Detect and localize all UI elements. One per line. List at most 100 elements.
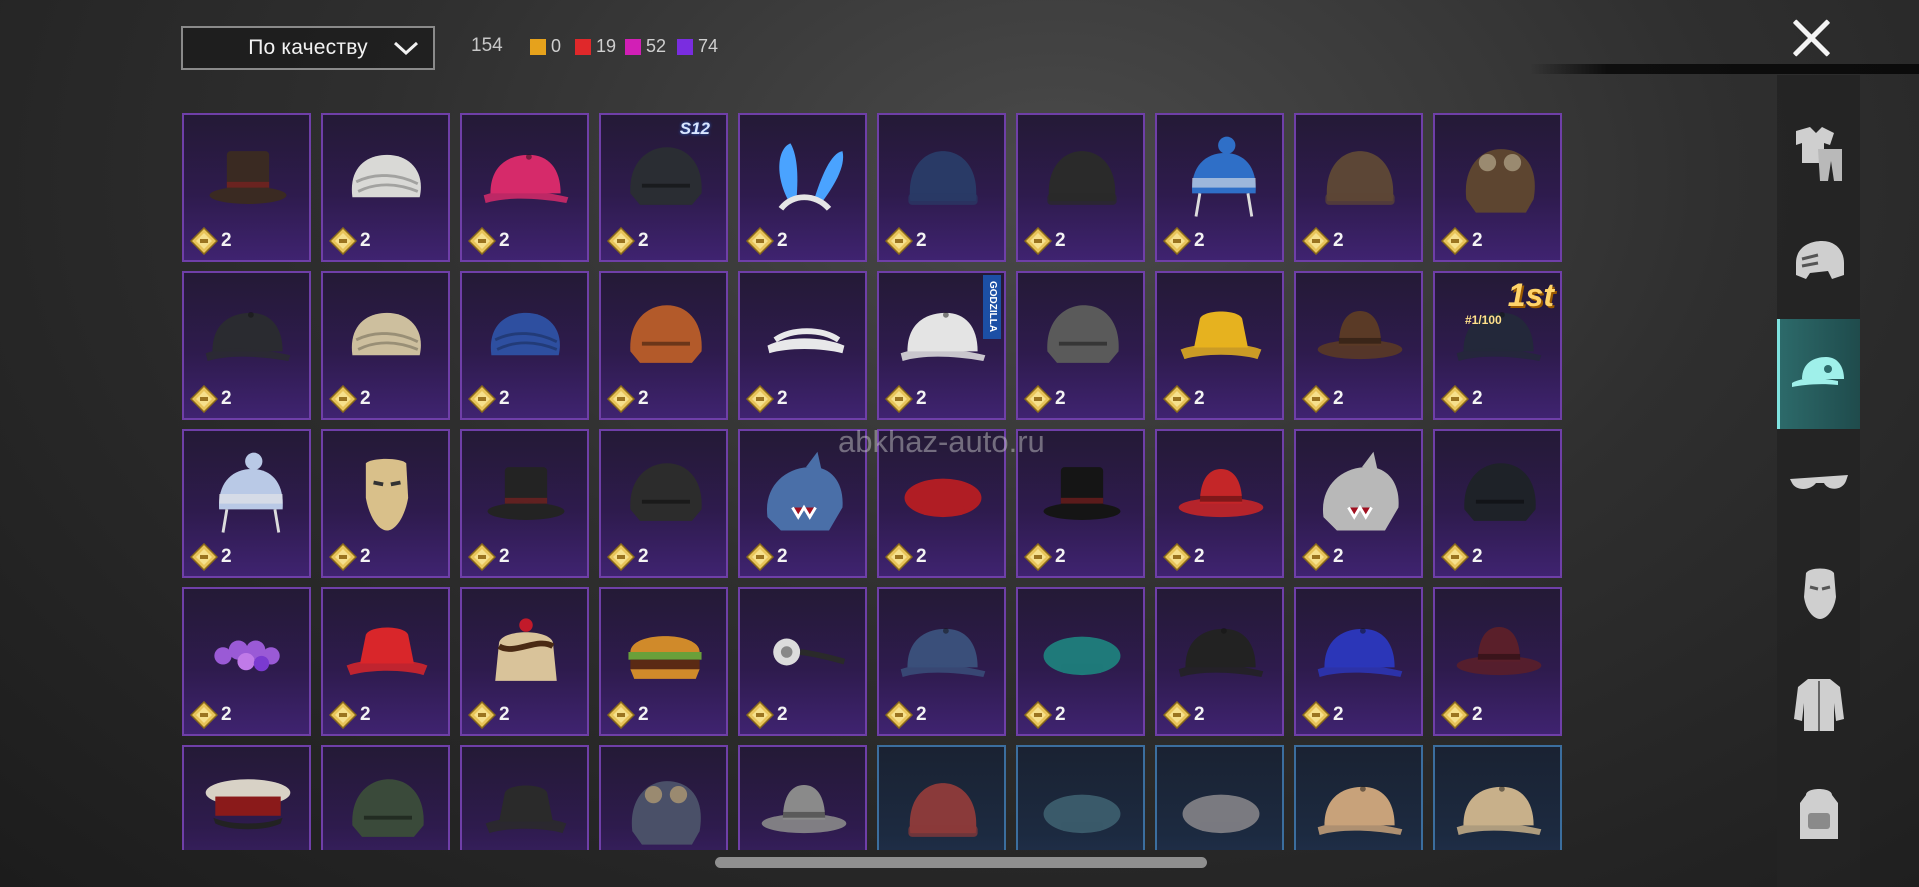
item-quantity-badge: 2 bbox=[885, 227, 927, 255]
rarity-count-orange: 0 bbox=[530, 36, 561, 57]
inventory-item-cap-tan-red[interactable]: 2 bbox=[1294, 745, 1423, 850]
inventory-item-cap-black-flap[interactable]: 2 bbox=[1016, 113, 1145, 262]
sort-dropdown[interactable]: По качеству bbox=[181, 26, 435, 70]
inventory-item-beanie-brown[interactable]: 2 bbox=[1294, 113, 1423, 262]
coupon-icon bbox=[746, 543, 774, 571]
item-quantity-badge: 2 bbox=[329, 543, 371, 571]
inventory-item-cowboy-brown[interactable]: 2 bbox=[1294, 271, 1423, 420]
rarity-count-label: 74 bbox=[698, 36, 719, 56]
item-quantity: 2 bbox=[1333, 388, 1344, 409]
inventory-item-top-hat-leather[interactable]: 2 bbox=[182, 113, 311, 262]
inventory-item-pilot-cap[interactable]: 2 bbox=[599, 745, 728, 850]
tab-backpack[interactable] bbox=[1777, 759, 1860, 869]
inventory-item-fedora-red[interactable]: 2 bbox=[1155, 429, 1284, 578]
tab-mask[interactable] bbox=[1777, 539, 1860, 649]
inventory-item-headset-helmet[interactable]: 2 bbox=[1433, 429, 1562, 578]
rank-number: #1/100 bbox=[1465, 313, 1502, 327]
item-quantity: 2 bbox=[1472, 388, 1483, 409]
inventory-item-bunny-ears[interactable]: 2 bbox=[738, 113, 867, 262]
glasses-icon bbox=[1789, 475, 1848, 489]
coupon-icon bbox=[190, 543, 218, 571]
tab-hat[interactable] bbox=[1777, 319, 1860, 429]
inventory-item-helmet-net[interactable]: 2 bbox=[321, 745, 450, 850]
tab-helmet[interactable] bbox=[1777, 209, 1860, 319]
item-quantity: 2 bbox=[221, 546, 232, 567]
inventory-item-turban-white[interactable]: 2 bbox=[321, 113, 450, 262]
inventory-item-cake-hat[interactable]: 2 bbox=[460, 587, 589, 736]
tab-jacket[interactable] bbox=[1777, 649, 1860, 759]
coupon-icon bbox=[1024, 543, 1052, 571]
coupon-icon bbox=[468, 543, 496, 571]
inventory-item-wrestler-mask[interactable]: 2 bbox=[599, 429, 728, 578]
inventory-item-bucket-red[interactable]: 2 bbox=[321, 587, 450, 736]
item-quantity: 2 bbox=[1055, 704, 1066, 725]
inventory-item-winter-hat-white[interactable]: 2 bbox=[182, 429, 311, 578]
inventory-item-officer-cap[interactable]: 2 bbox=[182, 745, 311, 850]
inventory-item-cap-soviet-blue[interactable]: 2 bbox=[877, 587, 1006, 736]
item-quantity: 2 bbox=[1055, 388, 1066, 409]
coupon-icon bbox=[746, 385, 774, 413]
inventory-item-fedora-grey-feather[interactable]: 2 bbox=[738, 745, 867, 850]
item-quantity: 2 bbox=[916, 388, 927, 409]
inventory-item-pith-helmet-grey[interactable]: 2 bbox=[1016, 271, 1145, 420]
inventory-item-cap-white-godzilla[interactable]: GODZILLA 2 bbox=[877, 271, 1006, 420]
top-toolbar: По качеству 154 0 19 52 74 bbox=[0, 0, 1919, 95]
item-quantity: 2 bbox=[777, 704, 788, 725]
inventory-item-head-mirror[interactable]: 2 bbox=[738, 587, 867, 736]
close-button[interactable] bbox=[1787, 14, 1835, 62]
inventory-item-flat-cap-grey[interactable]: 2 bbox=[1155, 745, 1284, 850]
item-quantity-badge: 2 bbox=[1024, 701, 1066, 729]
item-quantity: 2 bbox=[499, 230, 510, 251]
item-quantity: 2 bbox=[638, 546, 649, 567]
item-quantity: 2 bbox=[1472, 704, 1483, 725]
item-quantity-badge: 2 bbox=[607, 543, 649, 571]
inventory-item-burger-hat[interactable]: 2 bbox=[599, 587, 728, 736]
inventory-item-fedora-burgundy[interactable]: 2 bbox=[1433, 587, 1562, 736]
inventory-item-visor-white[interactable]: 2 bbox=[738, 271, 867, 420]
horizontal-scrollbar[interactable] bbox=[715, 857, 1207, 868]
inventory-item-beret-teal[interactable]: 2 bbox=[1016, 587, 1145, 736]
inventory-item-cap-1st[interactable]: 1st #1/100 2 bbox=[1433, 271, 1562, 420]
inventory-item-shark-hood-grey[interactable]: 2 bbox=[1294, 429, 1423, 578]
coupon-icon bbox=[746, 227, 774, 255]
item-quantity: 2 bbox=[1333, 704, 1344, 725]
inventory-item-cap-black[interactable]: 2 bbox=[182, 271, 311, 420]
inventory-item-turban-cream[interactable]: 2 bbox=[321, 271, 450, 420]
coupon-icon bbox=[329, 385, 357, 413]
item-quantity: 2 bbox=[221, 704, 232, 725]
rarity-count-pink: 52 bbox=[625, 36, 666, 57]
item-art bbox=[487, 467, 565, 520]
inventory-item-beret-blue-grey[interactable]: 2 bbox=[1016, 745, 1145, 850]
inventory-item-bucket-yellow[interactable]: 2 bbox=[1155, 271, 1284, 420]
inventory-item-winter-hat-blue[interactable]: 2 bbox=[1155, 113, 1284, 262]
inventory-item-venetian-mask[interactable]: 2 bbox=[321, 429, 450, 578]
inventory-item-aviator-goggles[interactable]: 2 bbox=[1433, 113, 1562, 262]
item-art bbox=[1464, 463, 1536, 521]
inventory-item-top-hat-red-band[interactable]: 2 bbox=[460, 429, 589, 578]
item-quantity-badge: 2 bbox=[190, 385, 232, 413]
item-quantity: 2 bbox=[1472, 230, 1483, 251]
item-art bbox=[1317, 785, 1403, 835]
inventory-item-beanie-navy[interactable]: 2 bbox=[877, 113, 1006, 262]
inventory-item-flower-crown[interactable]: 2 bbox=[182, 587, 311, 736]
item-art bbox=[205, 311, 291, 361]
item-quantity: 2 bbox=[638, 388, 649, 409]
item-art bbox=[205, 779, 291, 830]
inventory-item-turban-blue[interactable]: 2 bbox=[460, 271, 589, 420]
inventory-item-bucket-black-print[interactable]: 2 bbox=[460, 745, 589, 850]
item-art bbox=[1322, 451, 1399, 531]
inventory-item-bandana-red[interactable]: 2 bbox=[877, 745, 1006, 850]
item-art bbox=[1317, 311, 1403, 360]
tab-outfit[interactable] bbox=[1777, 99, 1860, 209]
inventory-grid-viewport[interactable]: 2 2 2 S12 2 2 2 2 2 2 2 2 2 2 2 2 GODZILLA 2 2 2 2 1st #1/100 2… bbox=[182, 113, 1572, 850]
coupon-icon bbox=[885, 543, 913, 571]
inventory-item-cap-blue[interactable]: 2 bbox=[1294, 587, 1423, 736]
inventory-item-cap-black-print[interactable]: 2 bbox=[1155, 587, 1284, 736]
item-art bbox=[1047, 151, 1117, 205]
inventory-item-helmet-s12[interactable]: S12 2 bbox=[599, 113, 728, 262]
inventory-item-football-helmet[interactable]: 2 bbox=[599, 271, 728, 420]
tab-glasses[interactable] bbox=[1777, 429, 1860, 539]
inventory-item-cap-tan-blue[interactable]: 2 bbox=[1433, 745, 1562, 850]
inventory-item-cap-pink[interactable]: 2 bbox=[460, 113, 589, 262]
sort-dropdown-label: По качеству bbox=[248, 36, 368, 59]
